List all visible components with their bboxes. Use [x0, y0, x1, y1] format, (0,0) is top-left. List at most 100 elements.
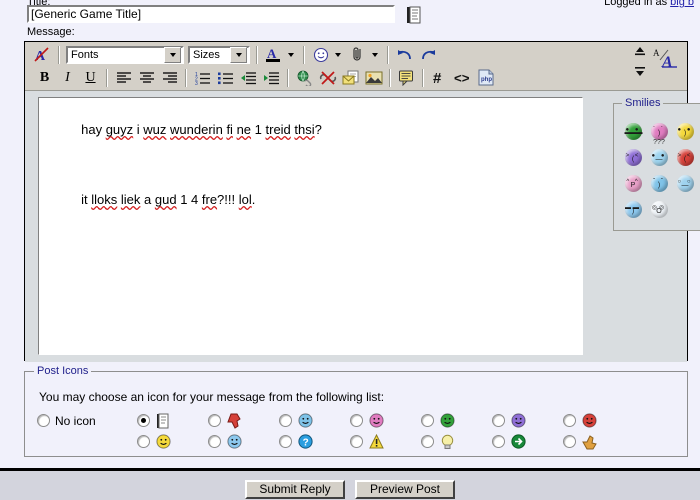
remove-link-icon[interactable] — [317, 68, 338, 88]
remove-formatting-icon[interactable]: A — [32, 45, 53, 65]
smiley-wink[interactable]: ˇ ˇ) — [646, 170, 672, 196]
icon-warning-icon[interactable] — [368, 434, 384, 450]
icon-arrow-icon[interactable] — [510, 434, 526, 450]
smiley-dropdown-arrow[interactable] — [332, 45, 344, 65]
radio-icon-angry[interactable] — [563, 414, 576, 427]
smiley-angry[interactable]: > <( — [672, 144, 698, 170]
insert-code-icon[interactable]: <> — [452, 68, 473, 88]
post-icon-option-icon-smile[interactable] — [137, 431, 208, 452]
attachment-dropdown-arrow[interactable] — [369, 45, 381, 65]
radio-icon-cool[interactable] — [208, 435, 221, 448]
smiley-happy[interactable]: ● ●) — [672, 118, 698, 144]
radio-icon-mad[interactable] — [492, 414, 505, 427]
submit-reply-button[interactable]: Submit Reply — [245, 480, 345, 499]
radio-icon-blush[interactable] — [350, 414, 363, 427]
smiley-confused[interactable]: ??? ● ● — — [646, 139, 672, 170]
post-icon-option-icon-question[interactable]: ? — [279, 431, 350, 452]
post-icon-column — [208, 410, 279, 452]
align-center-icon[interactable] — [136, 68, 157, 88]
radio-icon-arrow[interactable] — [492, 435, 505, 448]
post-icon-column-no-icon: No icon — [37, 410, 137, 452]
smiley-shocked[interactable]: ◎◎ O — [646, 196, 672, 222]
smiley-cool[interactable]: ▬▬) — [620, 196, 646, 222]
post-icon-option-icon-lightbulb[interactable] — [421, 431, 492, 452]
icon-grin-icon[interactable] — [439, 413, 455, 429]
post-icon-option-icon-arrow[interactable] — [492, 431, 563, 452]
font-color-dropdown-arrow[interactable] — [285, 45, 297, 65]
insert-hash-icon[interactable]: # — [429, 68, 450, 88]
post-icon-option-icon-wink[interactable] — [279, 410, 350, 431]
icon-thumbs-up-icon[interactable] — [581, 434, 597, 450]
font-size-select[interactable]: Sizes — [188, 45, 250, 64]
radio-icon-thumbs-down[interactable] — [208, 414, 221, 427]
post-icon-option-icon-cool[interactable] — [208, 431, 279, 452]
chevron-down-icon[interactable] — [164, 46, 181, 63]
smiley-tongue[interactable]: ^ ^ P — [620, 170, 646, 196]
post-icon-option-icon-angry[interactable] — [563, 410, 634, 431]
icon-lightbulb-icon[interactable] — [439, 434, 455, 450]
redo-icon[interactable] — [417, 45, 438, 65]
outdent-icon[interactable] — [238, 68, 259, 88]
radio-icon-question[interactable] — [279, 435, 292, 448]
smiley-icon[interactable] — [310, 45, 331, 65]
chevron-down-icon[interactable] — [230, 46, 247, 63]
radio-icon-grin[interactable] — [421, 414, 434, 427]
icon-question-icon[interactable]: ? — [297, 434, 313, 450]
document-icon[interactable] — [405, 5, 423, 25]
attachment-icon[interactable] — [347, 45, 368, 65]
radio-no-icon[interactable] — [37, 414, 50, 427]
toggle-wysiwyg-icon[interactable]: A A — [653, 47, 679, 71]
bold-icon[interactable]: B — [34, 68, 55, 88]
indent-icon[interactable] — [261, 68, 282, 88]
post-icon-option-icon-thumbs-down[interactable] — [208, 410, 279, 431]
icon-wink-icon[interactable] — [297, 413, 313, 429]
post-icons-legend: Post Icons — [34, 365, 92, 377]
align-left-icon[interactable] — [113, 68, 134, 88]
insert-link-icon[interactable] — [294, 68, 315, 88]
message-textarea[interactable]: hay guyz i wuz wunderin fi ne 1 treid th… — [38, 97, 583, 355]
icon-document-icon[interactable] — [155, 413, 171, 429]
icon-blush-icon[interactable] — [368, 413, 384, 429]
insert-email-icon[interactable] — [340, 68, 361, 88]
font-color-icon[interactable]: A — [263, 45, 284, 65]
undo-icon[interactable] — [394, 45, 415, 65]
post-icon-option-icon-thumbs-up[interactable] — [563, 431, 634, 452]
title-input[interactable] — [27, 5, 395, 23]
post-icon-column — [137, 410, 208, 452]
icon-cool-icon[interactable] — [226, 434, 242, 450]
align-right-icon[interactable] — [159, 68, 180, 88]
collapse-expand-icon[interactable] — [633, 45, 647, 85]
post-icon-option-icon-document[interactable] — [137, 410, 208, 431]
smiley-mad[interactable]: > <( — [620, 144, 646, 170]
post-icon-option-icon-mad[interactable] — [492, 410, 563, 431]
ordered-list-icon[interactable]: 1 2 3 — [192, 68, 213, 88]
title-row — [27, 5, 687, 27]
radio-icon-smile[interactable] — [137, 435, 150, 448]
radio-icon-warning[interactable] — [350, 435, 363, 448]
radio-icon-document[interactable] — [137, 414, 150, 427]
toolbar-separator — [422, 68, 424, 87]
post-icon-option-icon-blush[interactable] — [350, 410, 421, 431]
no-icon-label: No icon — [55, 413, 96, 428]
insert-quote-icon[interactable] — [396, 68, 417, 88]
post-icon-option-icon-grin[interactable] — [421, 410, 492, 431]
icon-mad-icon[interactable] — [510, 413, 526, 429]
insert-php-icon[interactable]: php — [475, 68, 496, 88]
smiley-roll-eyes[interactable]: ○ ○ — — [672, 170, 698, 196]
icon-smile-icon[interactable] — [155, 434, 171, 450]
underline-icon[interactable]: U — [80, 68, 101, 88]
preview-post-button[interactable]: Preview Post — [355, 480, 455, 499]
insert-image-icon[interactable] — [363, 68, 384, 88]
icon-thumbs-down-icon[interactable] — [226, 413, 242, 429]
italic-icon[interactable]: I — [57, 68, 78, 88]
font-family-select[interactable]: Fonts — [66, 45, 184, 64]
post-icon-option-icon-warning[interactable] — [350, 431, 421, 452]
icon-angry-icon[interactable] — [581, 413, 597, 429]
svg-text:#: # — [433, 70, 442, 86]
radio-icon-thumbs-up[interactable] — [563, 435, 576, 448]
radio-icon-wink[interactable] — [279, 414, 292, 427]
radio-icon-lightbulb[interactable] — [421, 435, 434, 448]
smiley-grin[interactable]: ● ● ▬▬▬ — [620, 118, 646, 144]
unordered-list-icon[interactable] — [215, 68, 236, 88]
post-icon-option-no-icon[interactable]: No icon — [37, 410, 137, 431]
